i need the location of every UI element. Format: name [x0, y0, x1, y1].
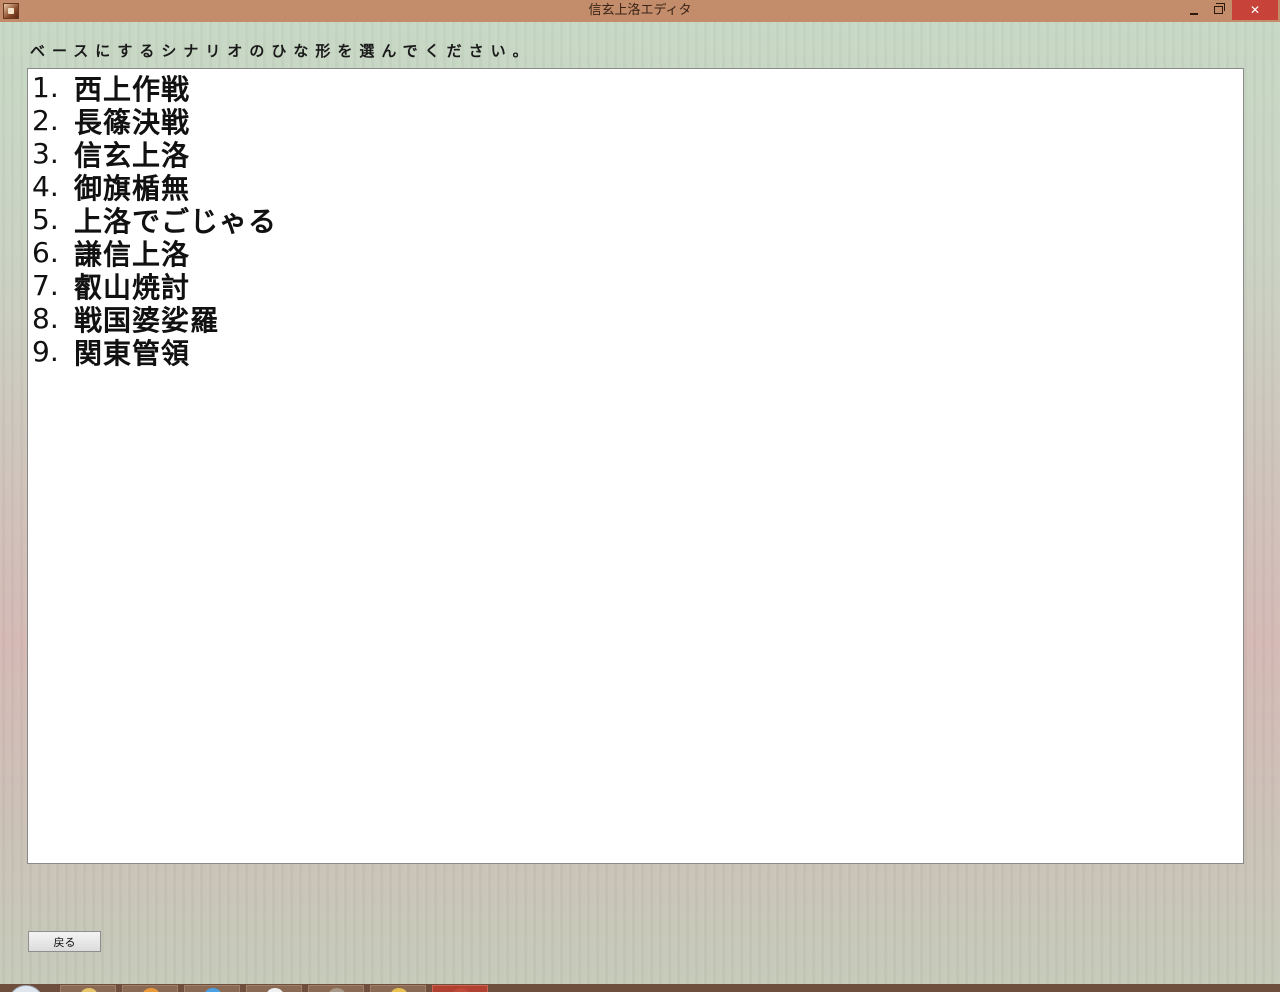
scenario-number: 3. [32, 137, 59, 170]
scenario-item-7[interactable]: 7. 叡山焼討 [32, 269, 1243, 304]
scenario-name: 関東管領 [74, 336, 191, 370]
close-button[interactable]: ✕ [1232, 0, 1278, 20]
folder-icon [81, 988, 97, 992]
scenario-list[interactable]: 1. 西上作戦 2. 長篠決戦 3. 信玄上洛 4. 御旗楯無 5. 上洛でごじ… [27, 68, 1244, 864]
taskbar [0, 984, 1280, 992]
scenario-number: 4. [32, 170, 59, 203]
scenario-number: 8. [32, 302, 59, 335]
restore-button[interactable] [1204, 0, 1232, 20]
scenario-item-8[interactable]: 8. 戦国婆娑羅 [32, 302, 1243, 337]
restore-icon [1213, 3, 1225, 14]
taskbar-chrome-button[interactable] [246, 985, 302, 992]
window-icon [329, 988, 345, 992]
back-button[interactable]: 戻る [28, 931, 101, 952]
scenario-number: 2. [32, 104, 59, 137]
taskbar-folder-button[interactable] [60, 985, 116, 992]
taskbar-explorer-button[interactable] [370, 985, 426, 992]
scenario-item-3[interactable]: 3. 信玄上洛 [32, 137, 1243, 172]
taskbar-firefox-button[interactable] [122, 985, 178, 992]
scenario-item-9[interactable]: 9. 関東管領 [32, 335, 1243, 370]
ie-icon [205, 988, 221, 992]
scenario-item-2[interactable]: 2. 長篠決戦 [32, 104, 1243, 139]
window-title: 信玄上洛エディタ [588, 3, 692, 18]
scenario-item-1[interactable]: 1. 西上作戦 [32, 71, 1243, 106]
taskbar-editor-app-button[interactable] [432, 985, 488, 992]
minimize-icon [1190, 13, 1198, 15]
scenario-number: 5. [32, 203, 59, 236]
explorer-icon [391, 988, 407, 992]
close-icon: ✕ [1249, 3, 1261, 17]
taskbar-window-button[interactable] [308, 985, 364, 992]
scenario-number: 6. [32, 236, 59, 269]
scenario-number: 1. [32, 71, 59, 104]
editor-app-icon [453, 988, 469, 992]
firefox-icon [143, 988, 159, 992]
instruction-label: ベースにするシナリオのひな形を選んでください。 [30, 42, 535, 60]
taskbar-ie-button[interactable] [184, 985, 240, 992]
scenario-item-4[interactable]: 4. 御旗楯無 [32, 170, 1243, 205]
scenario-number: 7. [32, 269, 59, 302]
chrome-icon [267, 988, 283, 992]
scenario-item-6[interactable]: 6. 謙信上洛 [32, 236, 1243, 271]
scenario-number: 9. [32, 335, 59, 368]
title-bar[interactable]: 信玄上洛エディタ ✕ [0, 0, 1280, 22]
scenario-item-5[interactable]: 5. 上洛でごじゃる [32, 203, 1243, 238]
start-button[interactable] [8, 985, 44, 992]
